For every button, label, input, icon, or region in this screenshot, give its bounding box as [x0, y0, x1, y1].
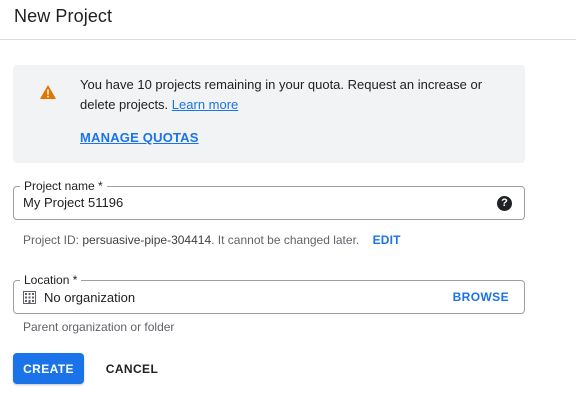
quota-message: You have 10 projects remaining in your q…: [80, 75, 500, 115]
location-helper-text: Parent organization or folder: [23, 320, 175, 334]
edit-project-id-button[interactable]: EDIT: [373, 233, 401, 247]
page-title: New Project: [14, 6, 113, 26]
location-value: No organization: [44, 290, 136, 305]
project-id-value: persuasive-pipe-304414: [82, 233, 212, 247]
project-name-label: Project name *: [20, 178, 107, 194]
page-header: New Project: [0, 0, 576, 40]
project-name-input[interactable]: [23, 195, 463, 210]
project-name-field[interactable]: Project name * ?: [13, 178, 525, 220]
location-field[interactable]: Location * No organization BROWSE: [13, 272, 525, 314]
learn-more-link[interactable]: Learn more: [172, 97, 238, 112]
quota-banner: You have 10 projects remaining in your q…: [13, 65, 525, 163]
cancel-button[interactable]: CANCEL: [96, 353, 168, 384]
warning-triangle-icon: [40, 85, 56, 99]
browse-button[interactable]: BROWSE: [453, 290, 509, 304]
help-circle-icon[interactable]: ?: [497, 196, 512, 211]
project-id-prefix: Project ID:: [23, 233, 83, 247]
location-label: Location *: [20, 272, 82, 288]
building-icon: [23, 291, 36, 304]
quota-message-text: You have 10 projects remaining in your q…: [80, 77, 483, 112]
project-id-line: Project ID: persuasive-pipe-304414. It c…: [23, 233, 401, 247]
manage-quotas-link[interactable]: MANAGE QUOTAS: [80, 130, 199, 145]
new-project-page: New Project You have 10 projects remaini…: [0, 0, 576, 406]
create-button[interactable]: CREATE: [13, 353, 84, 384]
project-id-suffix: . It cannot be changed later.: [211, 233, 360, 247]
